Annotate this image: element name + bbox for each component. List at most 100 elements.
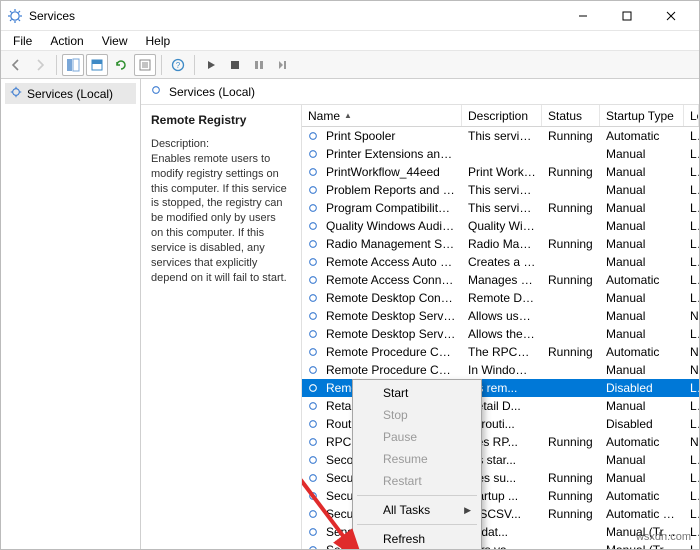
- cell-logon: Loc: [684, 128, 699, 144]
- service-row[interactable]: Remote Access Connection...Manages di...…: [302, 271, 699, 289]
- restart-service-button[interactable]: [272, 54, 294, 76]
- service-row[interactable]: PrintWorkflow_44eedPrint Workfl...Runnin…: [302, 163, 699, 181]
- cell-name: Quality Windows Audio Vid...: [320, 218, 462, 234]
- help-toolbar-button[interactable]: ?: [167, 54, 189, 76]
- start-service-button[interactable]: [200, 54, 222, 76]
- menu-action[interactable]: Action: [42, 32, 91, 50]
- col-logon[interactable]: Log: [684, 105, 699, 126]
- gear-icon: [306, 201, 320, 215]
- gear-icon: [306, 291, 320, 305]
- gear-icon: [306, 525, 320, 539]
- cell-startup: Manual: [600, 164, 684, 180]
- ctx-separator: [357, 524, 477, 525]
- service-row[interactable]: Remote Desktop Services U...Allows the r…: [302, 325, 699, 343]
- refresh-button[interactable]: [110, 54, 132, 76]
- service-row[interactable]: Program Compatibility Assis...This servi…: [302, 199, 699, 217]
- detail-heading: Remote Registry: [151, 113, 291, 127]
- tree-root-label: Services (Local): [27, 87, 113, 101]
- menu-view[interactable]: View: [94, 32, 136, 50]
- gear-icon: [306, 363, 320, 377]
- show-hide-tree-button[interactable]: [62, 54, 84, 76]
- gear-icon: [9, 85, 23, 102]
- col-description[interactable]: Description: [462, 105, 542, 126]
- service-row[interactable]: Quality Windows Audio Vid...Quality Win.…: [302, 217, 699, 235]
- col-name[interactable]: Name▲: [302, 105, 462, 126]
- ctx-all-tasks[interactable]: All Tasks▶: [355, 499, 479, 521]
- cell-status: [542, 423, 600, 425]
- gear-icon: [306, 471, 320, 485]
- cell-description: This service ...: [462, 182, 542, 198]
- cell-status: [542, 405, 600, 407]
- service-list[interactable]: Name▲ Description Status Startup Type Lo…: [301, 105, 699, 549]
- cell-status: [542, 189, 600, 191]
- ctx-refresh[interactable]: Refresh: [355, 528, 479, 549]
- cell-description: In Windows...: [462, 362, 542, 378]
- cell-name: Remote Access Connection...: [320, 272, 462, 288]
- cell-description: Allows the r...: [462, 326, 542, 342]
- service-row[interactable]: Printer Extensions and Notif...ManualLoc: [302, 145, 699, 163]
- stop-service-button[interactable]: [224, 54, 246, 76]
- service-row[interactable]: Remote Procedure Call (RP...In Windows..…: [302, 361, 699, 379]
- cell-startup: Manual: [600, 470, 684, 486]
- cell-status: [542, 297, 600, 299]
- services-app-icon: [7, 8, 23, 24]
- cell-status: Running: [542, 236, 600, 252]
- menu-file[interactable]: File: [5, 32, 40, 50]
- cell-startup: Automatic: [600, 272, 684, 288]
- properties-toolbar-button[interactable]: [134, 54, 156, 76]
- cell-startup: Manual: [600, 326, 684, 342]
- cell-startup: Manual: [600, 308, 684, 324]
- cell-startup: Manual: [600, 398, 684, 414]
- nav-tree[interactable]: Services (Local): [1, 79, 141, 549]
- detail-description-text: Enables remote users to modify registry …: [151, 152, 291, 286]
- col-status[interactable]: Status: [542, 105, 600, 126]
- cell-description: The RPCSS ...: [462, 344, 542, 360]
- minimize-button[interactable]: [561, 2, 605, 30]
- close-button[interactable]: [649, 2, 693, 30]
- cell-logon: Loc: [684, 542, 699, 549]
- back-button[interactable]: [5, 54, 27, 76]
- service-row[interactable]: Remote Desktop Configurat...Remote Des..…: [302, 289, 699, 307]
- service-row[interactable]: Remote Desktop ServicesAllows user...Man…: [302, 307, 699, 325]
- service-row[interactable]: Problem Reports and Soluti...This servic…: [302, 181, 699, 199]
- gear-icon: [306, 417, 320, 431]
- cell-logon: Loc: [684, 380, 699, 396]
- cell-logon: Loc: [684, 416, 699, 432]
- ctx-restart: Restart: [355, 470, 479, 492]
- cell-name: Remote Desktop Services U...: [320, 326, 462, 342]
- service-row[interactable]: Remote Procedure Call (RPC)The RPCSS ...…: [302, 343, 699, 361]
- service-row[interactable]: Radio Management ServiceRadio Mana...Run…: [302, 235, 699, 253]
- cell-logon: Loc: [684, 398, 699, 414]
- menu-help[interactable]: Help: [138, 32, 179, 50]
- forward-button[interactable]: [29, 54, 51, 76]
- ctx-resume: Resume: [355, 448, 479, 470]
- service-row[interactable]: Remote Access Auto Conne...Creates a co.…: [302, 253, 699, 271]
- cell-startup: Automatic: [600, 344, 684, 360]
- ctx-start[interactable]: Start: [355, 382, 479, 404]
- toolbar-separator: [194, 55, 195, 75]
- cell-status: Running: [542, 434, 600, 450]
- cell-logon: Loc: [684, 326, 699, 342]
- cell-startup: Manual: [600, 452, 684, 468]
- gear-icon: [306, 381, 320, 395]
- cell-description: Creates a co...: [462, 254, 542, 270]
- cell-logon: Loc: [684, 146, 699, 162]
- maximize-button[interactable]: [605, 2, 649, 30]
- ctx-stop: Stop: [355, 404, 479, 426]
- ctx-separator: [357, 495, 477, 496]
- export-list-button[interactable]: [86, 54, 108, 76]
- ctx-pause: Pause: [355, 426, 479, 448]
- col-startup-type[interactable]: Startup Type: [600, 105, 684, 126]
- cell-startup: Manual: [600, 236, 684, 252]
- cell-startup: Manual: [600, 362, 684, 378]
- pause-service-button[interactable]: [248, 54, 270, 76]
- gear-icon: [306, 255, 320, 269]
- toolbar-separator: [56, 55, 57, 75]
- cell-name: Remote Access Auto Conne...: [320, 254, 462, 270]
- tree-root-services-local[interactable]: Services (Local): [5, 83, 136, 104]
- service-row[interactable]: Print SpoolerThis service ...RunningAuto…: [302, 127, 699, 145]
- content-header: Services (Local): [141, 79, 699, 105]
- watermark: wsxdn.com: [636, 531, 691, 543]
- cell-description: This service ...: [462, 128, 542, 144]
- cell-name: Radio Management Service: [320, 236, 462, 252]
